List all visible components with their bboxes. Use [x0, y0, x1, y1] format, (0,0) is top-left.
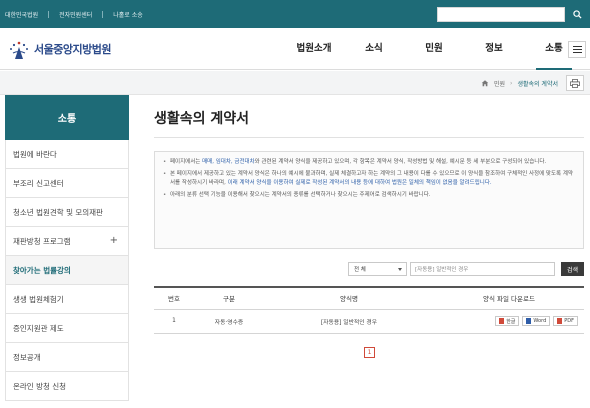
site-header: 서울중앙지방법원 법원소개 소식 민원 정보 소통	[0, 28, 590, 70]
search-button[interactable]	[568, 6, 586, 23]
sidebar-item-suggestions[interactable]: 법원에 바란다	[5, 140, 129, 169]
sidebar-item-label: 온라인 방청 신청	[13, 381, 67, 391]
word-file-icon	[526, 318, 532, 324]
row-number: 1	[154, 309, 194, 334]
category-select[interactable]: 전 체	[348, 262, 407, 276]
site-logo[interactable]: 서울중앙지방법원	[6, 35, 111, 63]
chevron-right-icon: ›	[510, 79, 513, 87]
sidebar-item-label: 법원에 바란다	[13, 149, 57, 159]
sidebar-item-online-observation[interactable]: 온라인 방청 신청	[5, 372, 129, 401]
nav-court-intro[interactable]: 법원소개	[284, 28, 344, 70]
main-content: 생활속의 계약서 페이지에서는 매매, 임대차, 금전대차와 관련된 계약서 양…	[145, 95, 590, 408]
search-filter: 전 체 [자동용] 일반적인 경우 검색	[348, 262, 584, 276]
sidebar-title: 소통	[5, 95, 129, 140]
guide-text-2: 본 페이지에서 제공하고 있는 계약서 양식은 하나의 예시에 불과하며, 실제…	[163, 170, 575, 188]
breadcrumb: 민원 › 생활속의 계약서	[481, 71, 558, 95]
sidebar-item-label: 부조리 신고센터	[13, 178, 64, 188]
sidebar: 소통 법원에 바란다 부조리 신고센터 청소년 법원견학 및 모의재판 재판방청…	[5, 95, 129, 408]
table-row: 1 자동·영수증 [자동용] 일반적인 경우 한글 Word PDF	[154, 309, 584, 334]
download-word-button[interactable]: Word	[522, 316, 551, 326]
sidebar-item-info-disclosure[interactable]: 정보공개	[5, 343, 129, 372]
breadcrumb-bar: 민원 › 생활속의 계약서	[0, 71, 590, 95]
col-download: 양식 파일 다운로드	[434, 286, 584, 310]
divider	[48, 10, 50, 18]
guide-text-3: 아래의 분류 선택 기능을 이용해서 찾으시는 계약서의 종류를 선택하거나 찾…	[163, 191, 575, 200]
menu-icon[interactable]	[568, 41, 586, 58]
utility-links: 대한민국법원 전자민원센터 나홀로 소송	[5, 0, 153, 28]
utility-link-supreme-court[interactable]: 대한민국법원	[5, 10, 38, 19]
keyword-input[interactable]: [자동용] 일반적인 경우	[410, 262, 555, 276]
sidebar-item-trial-observation[interactable]: 재판방청 프로그램 +	[5, 227, 129, 256]
main-nav: 법원소개 소식 민원 정보 소통	[284, 28, 584, 70]
guide-highlight: 매매, 임대차, 금전대차	[202, 159, 255, 165]
sidebar-item-witness-support[interactable]: 증인지원관 제도	[5, 314, 129, 343]
search-submit-button[interactable]: 검색	[561, 262, 584, 276]
search-icon	[572, 10, 582, 19]
court-name: 서울중앙지방법원	[34, 43, 111, 56]
download-pdf-button[interactable]: PDF	[553, 316, 578, 326]
sidebar-item-label: 생생 법원체험기	[13, 294, 64, 304]
guide-text-1: 페이지에서는 매매, 임대차, 금전대차와 관련된 계약서 양식을 제공하고 있…	[163, 158, 575, 167]
row-downloads: 한글 Word PDF	[434, 309, 584, 334]
sidebar-item-corruption-report[interactable]: 부조리 신고센터	[5, 169, 129, 198]
breadcrumb-current: 생활속의 계약서	[517, 80, 558, 88]
divider	[102, 10, 104, 18]
row-form-name[interactable]: [자동용] 일반적인 경우	[264, 309, 434, 334]
sidebar-item-label: 증인지원관 제도	[13, 323, 64, 333]
divider	[154, 137, 584, 138]
row-category: 자동·영수증	[194, 309, 264, 334]
sidebar-item-court-experience[interactable]: 생생 법원체험기	[5, 285, 129, 314]
nav-civil[interactable]: 민원	[404, 28, 464, 70]
print-icon	[570, 78, 580, 88]
print-button[interactable]	[566, 75, 584, 91]
guide-highlight: 이래 계약서 양식을 이용하여 실제로 작성된 계약서의 내용 등에 대하여 법…	[227, 180, 492, 186]
sidebar-item-youth-tour[interactable]: 청소년 법원견학 및 모의재판	[5, 198, 129, 227]
guide-box: 페이지에서는 매매, 임대차, 금전대차와 관련된 계약서 양식을 제공하고 있…	[154, 151, 584, 249]
expand-icon[interactable]: +	[110, 235, 118, 246]
table-header-row: 번호 구분 양식명 양식 파일 다운로드	[154, 286, 584, 310]
hwp-file-icon	[499, 318, 505, 324]
sidebar-item-label: 재판방청 프로그램	[13, 236, 71, 246]
contract-table: 번호 구분 양식명 양식 파일 다운로드 1 자동·영수증 [자동용] 일반적인…	[154, 286, 584, 334]
sidebar-item-label: 정보공개	[13, 352, 41, 362]
breadcrumb-item[interactable]: 민원	[494, 79, 505, 88]
col-number: 번호	[154, 286, 194, 310]
sidebar-item-label: 청소년 법원견학 및 모의재판	[13, 207, 103, 217]
col-form-name: 양식명	[264, 286, 434, 310]
page-title: 생활속의 계약서	[154, 111, 250, 127]
pdf-file-icon	[557, 318, 563, 324]
utility-link-e-civil[interactable]: 전자민원센터	[59, 10, 92, 19]
top-utility-bar: 대한민국법원 전자민원센터 나홀로 소송	[0, 0, 590, 28]
home-icon[interactable]	[481, 79, 489, 87]
pagination-current-page[interactable]: 1	[364, 347, 375, 358]
site-search-input[interactable]	[437, 7, 565, 22]
col-category: 구분	[194, 286, 264, 310]
sidebar-item-legal-lecture[interactable]: 찾아가는 법률강의	[5, 256, 129, 285]
nav-info[interactable]: 정보	[464, 28, 524, 70]
utility-link-self-litigation[interactable]: 나홀로 소송	[113, 10, 143, 19]
court-emblem-icon	[10, 41, 28, 59]
nav-news[interactable]: 소식	[344, 28, 404, 70]
download-hwp-button[interactable]: 한글	[495, 316, 520, 326]
sidebar-item-label: 찾아가는 법률강의	[13, 265, 71, 275]
